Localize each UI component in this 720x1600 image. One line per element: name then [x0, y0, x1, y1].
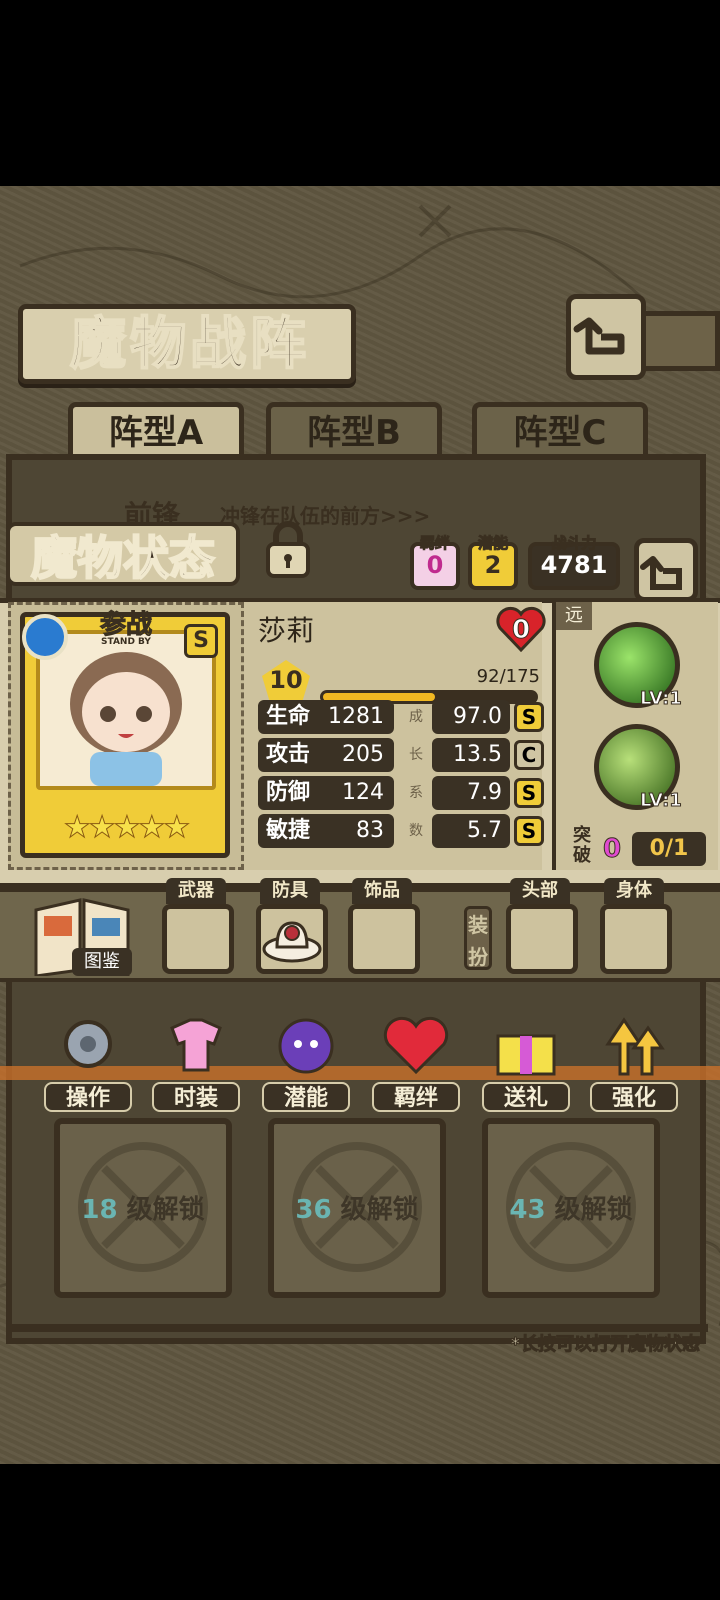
armor-slot[interactable]: [256, 904, 328, 974]
stat-label: 防御: [266, 780, 311, 805]
accessory-slot[interactable]: [348, 904, 420, 974]
standby-badge: 参战 STAND BY: [74, 610, 178, 647]
operate-button[interactable]: 操作: [42, 1008, 134, 1112]
potential-icon: [278, 1018, 334, 1074]
slot-label-accessory: 饰品: [352, 878, 412, 904]
unlock-text: 36 级解锁: [268, 1190, 446, 1230]
stat-row: 生命 1281: [258, 700, 394, 734]
dress-label: 装扮: [464, 906, 492, 970]
unlock-suffix: 级解锁: [126, 1195, 205, 1225]
unlock-level: 36: [295, 1195, 332, 1225]
hat-icon: [262, 921, 322, 963]
heart-value: 0: [511, 615, 531, 646]
action-label: 羁绊: [372, 1082, 460, 1112]
grade-badge: S: [514, 778, 544, 808]
action-label: 时装: [152, 1082, 240, 1112]
stat-label: 生命: [266, 704, 311, 729]
vanguard-desc: 冲锋在队伍的前方>>>: [220, 504, 431, 528]
potential-value: 2: [484, 551, 502, 579]
growth-char: 成: [409, 709, 423, 725]
break-value: 0: [602, 834, 622, 865]
hint-text: *长按可以打开魔物状态: [510, 1334, 700, 1356]
slot-label-body: 身体: [604, 878, 664, 904]
growth-char: 数: [409, 823, 423, 839]
enhance-button[interactable]: 强化: [588, 1008, 680, 1112]
power-chip: 战斗力 4781: [528, 535, 620, 590]
action-label: 强化: [590, 1082, 678, 1112]
water-element-icon: [22, 614, 68, 660]
growth-char: 系: [409, 785, 423, 801]
break-progress: 0/1: [632, 832, 706, 866]
stat-value: 205: [342, 742, 384, 767]
skill-2-level: LV:1: [640, 790, 683, 812]
unlock-level: 18: [81, 1195, 118, 1225]
range-tag: 远: [556, 602, 592, 630]
slot-label-weapon: 武器: [166, 878, 226, 904]
stat-value: 124: [342, 780, 384, 805]
return-arrow-icon: [640, 556, 682, 590]
stat-row: 敏捷 83: [258, 814, 394, 848]
back-button-ext: [642, 311, 720, 371]
bond-label: 羁绊: [419, 534, 450, 552]
gear-icon: [64, 1020, 112, 1068]
growth-value: 7.9: [432, 776, 510, 810]
bond-heart-icon: [383, 1016, 449, 1075]
growth-char: 长: [409, 747, 423, 763]
star-rating: ★★★★★: [63, 810, 190, 846]
action-label: 送礼: [482, 1082, 570, 1112]
grade-badge: S: [514, 702, 544, 732]
growth-value: 13.5: [432, 738, 510, 772]
slot-label-armor: 防具: [260, 878, 320, 904]
head-slot[interactable]: [506, 904, 578, 974]
potential-button[interactable]: 潜能: [260, 1008, 352, 1112]
grade-badge: S: [514, 816, 544, 846]
status-back-button[interactable]: [634, 538, 698, 602]
grade-badge: C: [514, 740, 544, 770]
action-label: 操作: [44, 1082, 132, 1112]
break-label: 突破: [573, 825, 591, 866]
bond-chip: 羁绊 0: [410, 535, 460, 590]
fashion-button[interactable]: 时装: [150, 1008, 242, 1112]
lock-icon[interactable]: [260, 516, 316, 580]
return-arrow-icon: [573, 317, 625, 355]
bond-button[interactable]: 羁绊: [370, 1008, 462, 1112]
unlock-text: 43 级解锁: [482, 1190, 660, 1230]
slot-label-head: 头部: [510, 878, 570, 904]
outfit-icon: [170, 1018, 222, 1072]
upgrade-arrow-icon: [605, 1017, 665, 1076]
screen-title: 魔物战阵: [69, 311, 310, 378]
book-label: 图鉴: [72, 948, 132, 976]
bond-value: 0: [426, 551, 444, 579]
stat-row: 防御 124: [258, 776, 394, 810]
potential-chip: 潜能 2: [468, 535, 518, 590]
exp-text: 92/175: [476, 666, 540, 687]
standby-label: 参战: [99, 610, 152, 640]
power-label: 战斗力: [551, 534, 597, 552]
rank-badge: S: [184, 624, 218, 658]
unlock-suffix: 级解锁: [340, 1195, 419, 1225]
stat-row: 攻击 205: [258, 738, 394, 772]
potential-label: 潜能: [477, 534, 508, 552]
weapon-slot[interactable]: [162, 904, 234, 974]
stat-label: 敏捷: [266, 818, 311, 843]
action-label: 潜能: [262, 1082, 350, 1112]
growth-value: 5.7: [432, 814, 510, 848]
unlock-suffix: 级解锁: [554, 1195, 633, 1225]
power-value: 4781: [540, 551, 608, 579]
body-slot[interactable]: [600, 904, 672, 974]
standby-sub: STAND BY: [101, 637, 151, 647]
gift-icon: [496, 1034, 556, 1076]
stat-value: 1281: [328, 704, 384, 729]
skill-1-level: LV:1: [640, 688, 683, 710]
unlock-text: 18 级解锁: [54, 1190, 232, 1230]
stat-value: 83: [356, 818, 384, 843]
monster-name: 莎莉: [258, 614, 315, 647]
gift-button[interactable]: 送礼: [480, 1008, 572, 1112]
unlock-level: 43: [509, 1195, 546, 1225]
stat-label: 攻击: [266, 742, 311, 767]
status-title: 魔物状态: [6, 522, 240, 586]
growth-value: 97.0: [432, 700, 510, 734]
back-button[interactable]: [566, 294, 646, 380]
